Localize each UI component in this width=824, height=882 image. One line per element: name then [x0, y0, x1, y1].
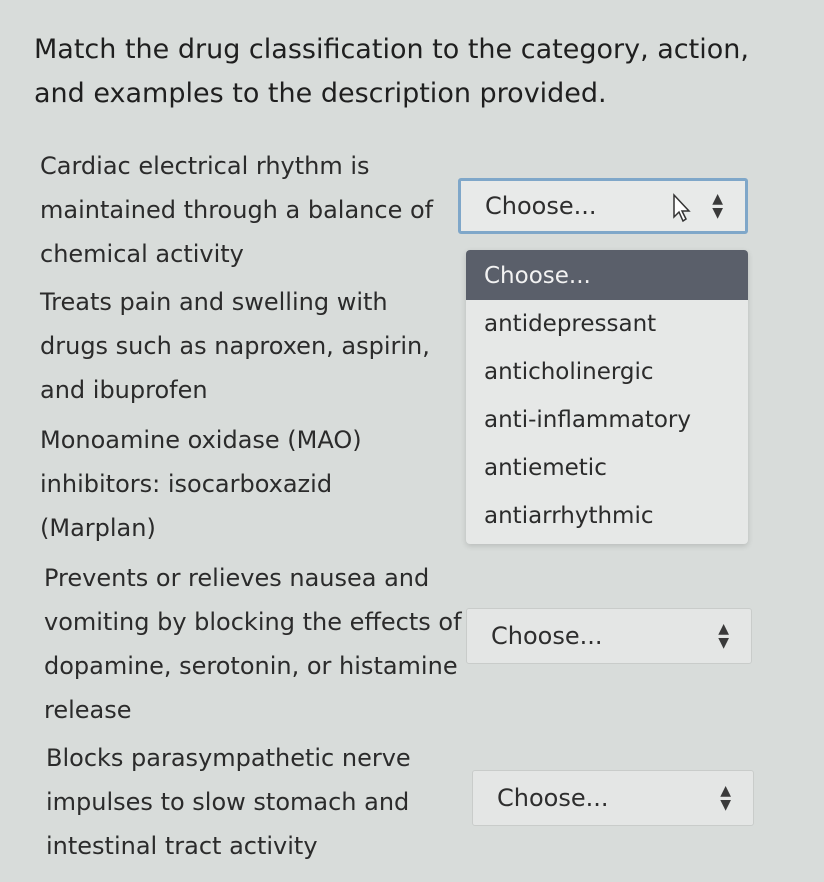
dropdown-option-choose[interactable]: Choose...	[466, 250, 748, 300]
select-4-value: Choose...	[491, 622, 603, 650]
select-5[interactable]: Choose... ▲ ▼	[472, 770, 754, 826]
description-2: Treats pain and swelling with drugs such…	[40, 288, 430, 404]
dropdown-list[interactable]: Choose... antidepressant anticholinergic…	[466, 250, 748, 544]
select-5-value: Choose...	[497, 784, 609, 812]
dropdown-option-antidepressant[interactable]: antidepressant	[466, 300, 748, 348]
dropdown-option-anticholinergic[interactable]: anticholinergic	[466, 348, 748, 396]
description-5: Blocks parasympathetic nerve impulses to…	[46, 744, 411, 860]
up-down-arrows-icon: ▲ ▼	[720, 783, 731, 813]
up-down-arrows-icon: ▲ ▼	[718, 621, 729, 651]
description-4: Prevents or relieves nausea and vomiting…	[44, 564, 462, 724]
up-down-arrows-icon: ▲ ▼	[712, 191, 723, 221]
select-4[interactable]: Choose... ▲ ▼	[466, 608, 752, 664]
dropdown-option-anti-inflammatory[interactable]: anti-inflammatory	[466, 396, 748, 444]
description-1: Cardiac electrical rhythm is maintained …	[40, 152, 434, 268]
mouse-pointer-icon	[673, 193, 691, 223]
dropdown-option-antiarrhythmic[interactable]: antiarrhythmic	[466, 492, 748, 540]
select-1-value: Choose...	[485, 192, 597, 220]
description-3: Monoamine oxidase (MAO) inhibitors: isoc…	[40, 426, 362, 542]
dropdown-option-antiemetic[interactable]: antiemetic	[466, 444, 748, 492]
select-1[interactable]: Choose... ▲ ▼	[458, 178, 748, 234]
question-text: Match the drug classification to the cat…	[34, 34, 749, 109]
